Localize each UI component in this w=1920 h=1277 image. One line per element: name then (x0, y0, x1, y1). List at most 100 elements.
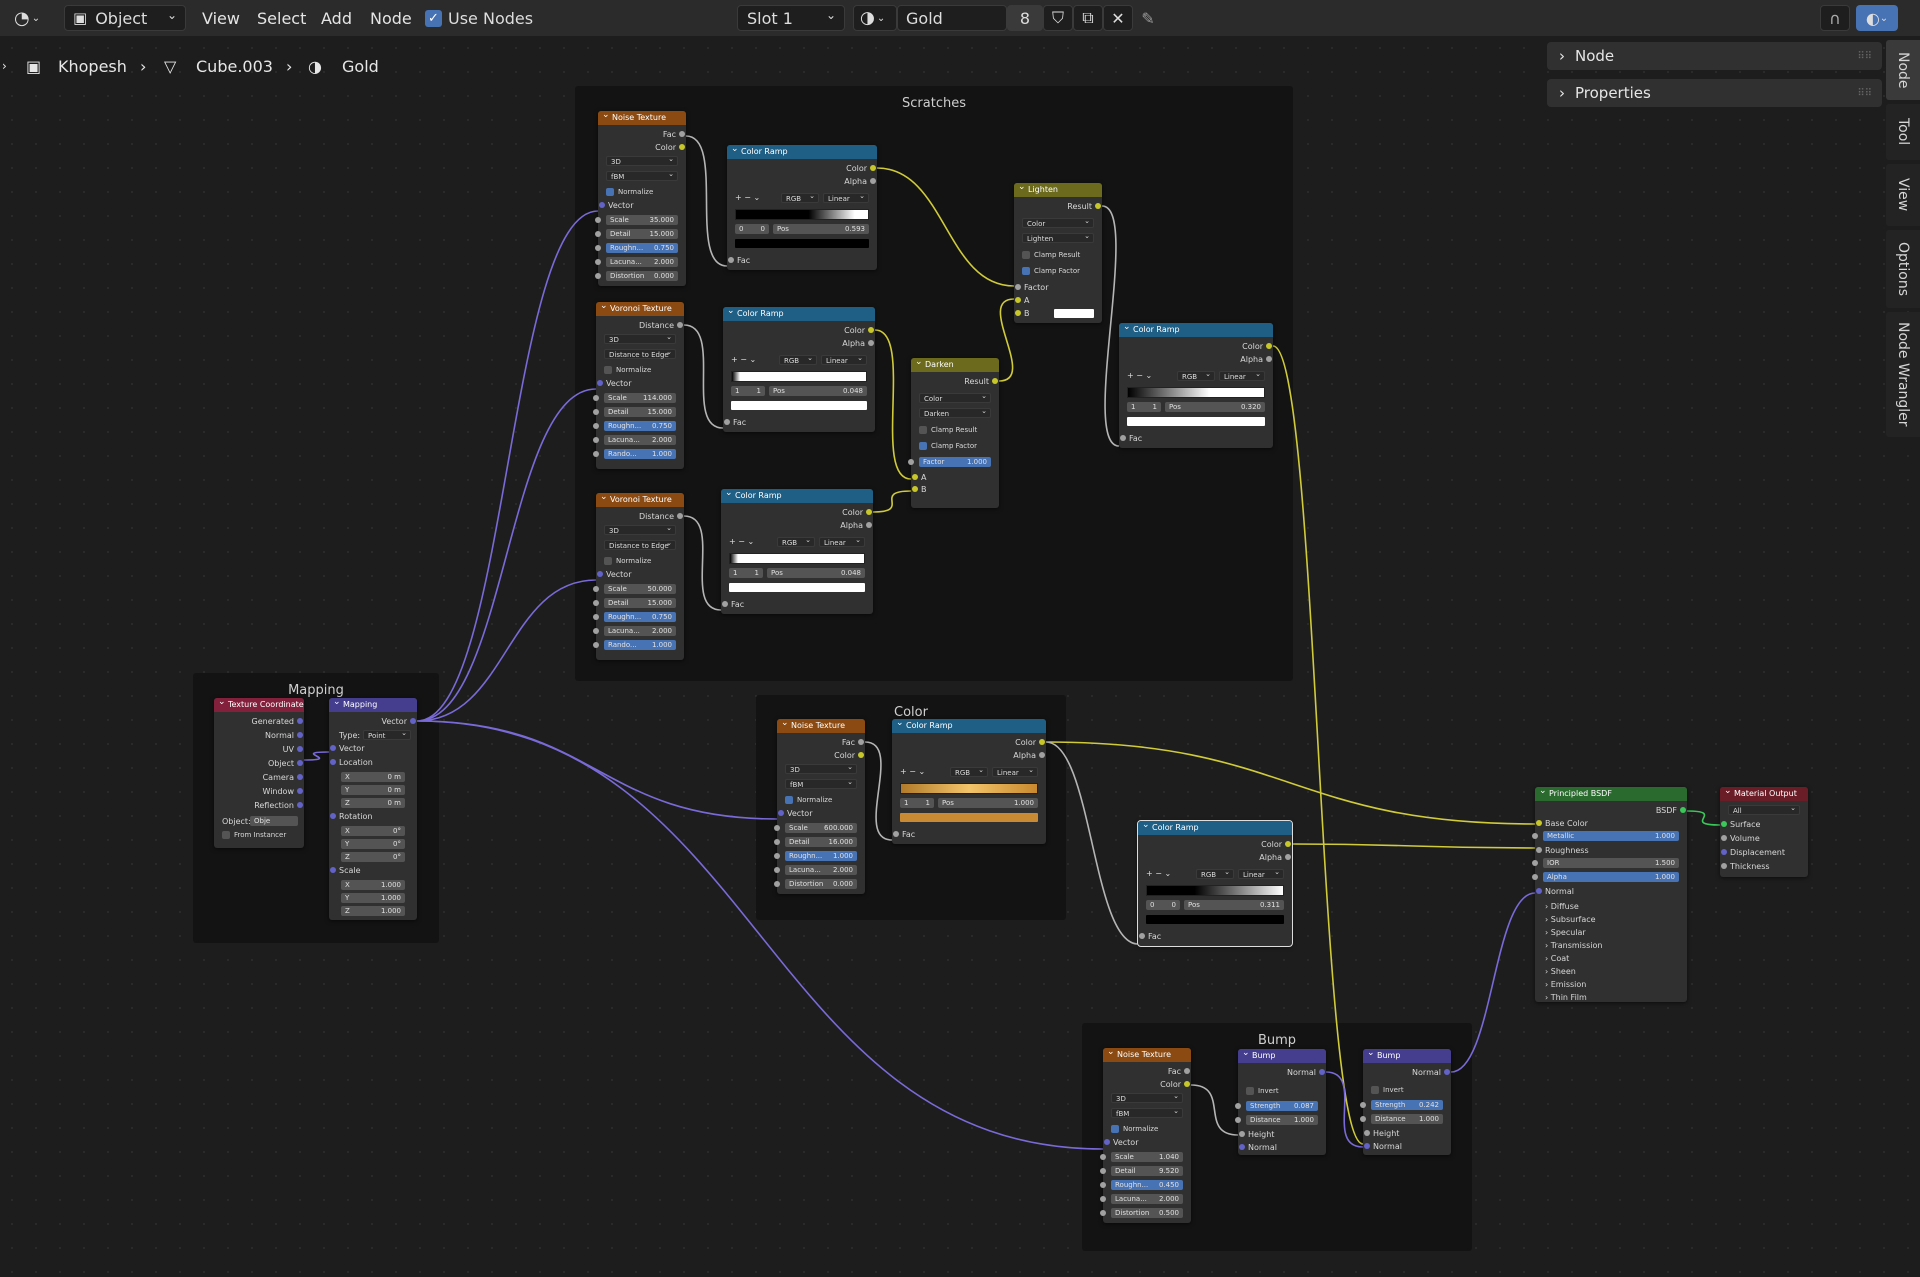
dropdown[interactable]: RGB (1177, 369, 1215, 381)
node-header[interactable]: Voronoi Texture (596, 299, 684, 316)
dropdown[interactable]: Linear (819, 535, 865, 547)
dropdown[interactable]: fBM (785, 777, 857, 789)
socket-icon[interactable] (297, 760, 303, 766)
value-field[interactable]: Roughn... 0.450 (1111, 1180, 1183, 1190)
socket-icon[interactable] (774, 825, 780, 831)
input-socket[interactable]: Vector (597, 569, 632, 580)
input-socket[interactable]: Thickness (1721, 861, 1770, 872)
node-header[interactable]: Bump (1363, 1046, 1451, 1063)
dropdown[interactable]: Color (919, 391, 991, 403)
value-field[interactable]: Scale 600.000 (785, 823, 857, 833)
value-field[interactable]: Y 1.000 (341, 893, 405, 903)
input-socket[interactable]: Surface (1721, 819, 1760, 830)
output-socket[interactable]: Color (1015, 737, 1045, 748)
socket-icon[interactable] (774, 839, 780, 845)
node-header[interactable]: Voronoi Texture (596, 490, 684, 507)
socket-icon[interactable] (1100, 1196, 1106, 1202)
node-lighten[interactable]: Lighten Result Color Lighten Clamp Result Cla… (1014, 180, 1102, 323)
input-socket[interactable]: A (912, 472, 926, 483)
socket-icon[interactable] (595, 217, 601, 223)
output-socket[interactable]: Reflection (254, 800, 303, 811)
node-vor2[interactable]: Voronoi Texture Distance3D Distance to Edg… (593, 490, 684, 660)
socket-icon[interactable] (1235, 1103, 1241, 1109)
socket-icon[interactable] (908, 459, 914, 465)
dropdown[interactable]: Linear (1219, 369, 1265, 381)
socket-icon[interactable] (330, 867, 336, 873)
node-header[interactable]: Color Ramp (892, 716, 1046, 733)
dropdown[interactable]: RGB (781, 191, 819, 203)
value-field[interactable]: Lacuna... 2.000 (1111, 1194, 1183, 1204)
socket-icon[interactable] (1285, 854, 1291, 860)
color-swatch[interactable] (729, 583, 865, 592)
socket-icon[interactable] (1184, 1081, 1190, 1087)
socket-icon[interactable] (778, 810, 784, 816)
ramp-tools[interactable]: + − ⌄ (735, 193, 760, 203)
input-socket[interactable]: Fac (893, 829, 915, 840)
panel-node[interactable]: › Node ⠿⠿ (1547, 42, 1882, 70)
input-socket[interactable]: Fac (1139, 931, 1161, 942)
node-header[interactable]: Color Ramp (1119, 320, 1273, 337)
input-socket[interactable]: B (912, 484, 927, 495)
tab-node-wrangler[interactable]: Node Wrangler (1886, 312, 1920, 437)
socket-icon[interactable] (1536, 847, 1542, 853)
link-wire[interactable] (876, 167, 1015, 287)
dropdown[interactable]: Lighten (1022, 231, 1094, 243)
input-socket[interactable]: Normal (1239, 1142, 1277, 1153)
value-field[interactable]: Roughn... 0.750 (606, 243, 678, 253)
input-socket[interactable]: Vector (1104, 1137, 1139, 1148)
output-socket[interactable]: Distance (639, 320, 683, 331)
output-socket[interactable]: Generated (252, 716, 303, 727)
socket-icon[interactable] (330, 759, 336, 765)
drag-handle-icon[interactable]: ⠿⠿ (1857, 51, 1872, 62)
color-swatch[interactable] (735, 239, 869, 248)
input-socket[interactable]: Base Color (1536, 818, 1588, 829)
socket-icon[interactable] (1532, 860, 1538, 866)
tab-tool[interactable]: Tool (1886, 104, 1920, 160)
socket-icon[interactable] (1536, 820, 1542, 826)
socket-icon[interactable] (597, 380, 603, 386)
value-field[interactable]: Pos 0.320 (1165, 402, 1265, 412)
tab-view[interactable]: View (1886, 164, 1920, 226)
checkbox[interactable]: Clamp Result (1022, 250, 1080, 260)
socket-icon[interactable] (724, 419, 730, 425)
socket-icon[interactable] (1266, 356, 1272, 362)
value-field[interactable]: Pos 0.048 (769, 386, 867, 396)
drag-handle-icon[interactable]: ⠿⠿ (1857, 88, 1872, 99)
value-field[interactable]: Scale 50.000 (604, 584, 676, 594)
output-socket[interactable]: Normal (1287, 1067, 1325, 1078)
dropdown[interactable]: 3D (606, 154, 678, 166)
node-bsdf[interactable]: Principled BSDF BSDF Base Color Metallic1.0… (1532, 784, 1687, 1002)
node-ramp3[interactable]: Color Ramp Color Alpha + − ⌄ RGB Linear 11 Pos0… (721, 486, 873, 614)
color-ramp-gradient[interactable] (729, 553, 865, 564)
link-wire[interactable] (303, 751, 330, 761)
input-socket[interactable]: Location (330, 757, 373, 768)
socket-icon[interactable] (677, 322, 683, 328)
output-socket[interactable]: Color (1242, 341, 1272, 352)
node-noise2[interactable]: Noise Texture Fac Color3D fBM Normalize Vecto… (774, 716, 865, 894)
socket-icon[interactable] (595, 273, 601, 279)
dropdown[interactable]: All (1728, 803, 1800, 815)
socket-icon[interactable] (1721, 849, 1727, 855)
node-header[interactable]: Color Ramp (727, 142, 877, 159)
value-field[interactable]: Z 1.000 (341, 906, 405, 916)
input-socket[interactable]: Height (1364, 1128, 1399, 1139)
socket-icon[interactable] (858, 739, 864, 745)
socket-icon[interactable] (1364, 1130, 1370, 1136)
node-ramp4[interactable]: Color Ramp Color Alpha + − ⌄ RGB Linear 11 Pos0… (1119, 320, 1273, 448)
color-ramp-gradient[interactable] (1127, 387, 1265, 398)
value-field[interactable]: Distortion 0.000 (785, 879, 857, 889)
socket-icon[interactable] (1444, 1069, 1450, 1075)
socket-icon[interactable] (297, 788, 303, 794)
socket-icon[interactable] (597, 571, 603, 577)
output-socket[interactable]: Normal (265, 730, 303, 741)
checkbox[interactable]: Normalize (604, 556, 651, 566)
node-vor1[interactable]: Voronoi Texture Distance3D Distance to Edg… (593, 299, 684, 469)
input-socket[interactable]: Normal (1536, 886, 1574, 897)
value-field[interactable]: Scale 35.000 (606, 215, 678, 225)
link-wire[interactable] (416, 579, 597, 722)
value-field[interactable]: Distance 1.000 (1371, 1114, 1443, 1124)
socket-icon[interactable] (1095, 203, 1101, 209)
output-socket[interactable]: Fac (842, 737, 864, 748)
link-wire[interactable] (1686, 810, 1721, 826)
color-ramp-gradient[interactable] (900, 783, 1038, 794)
